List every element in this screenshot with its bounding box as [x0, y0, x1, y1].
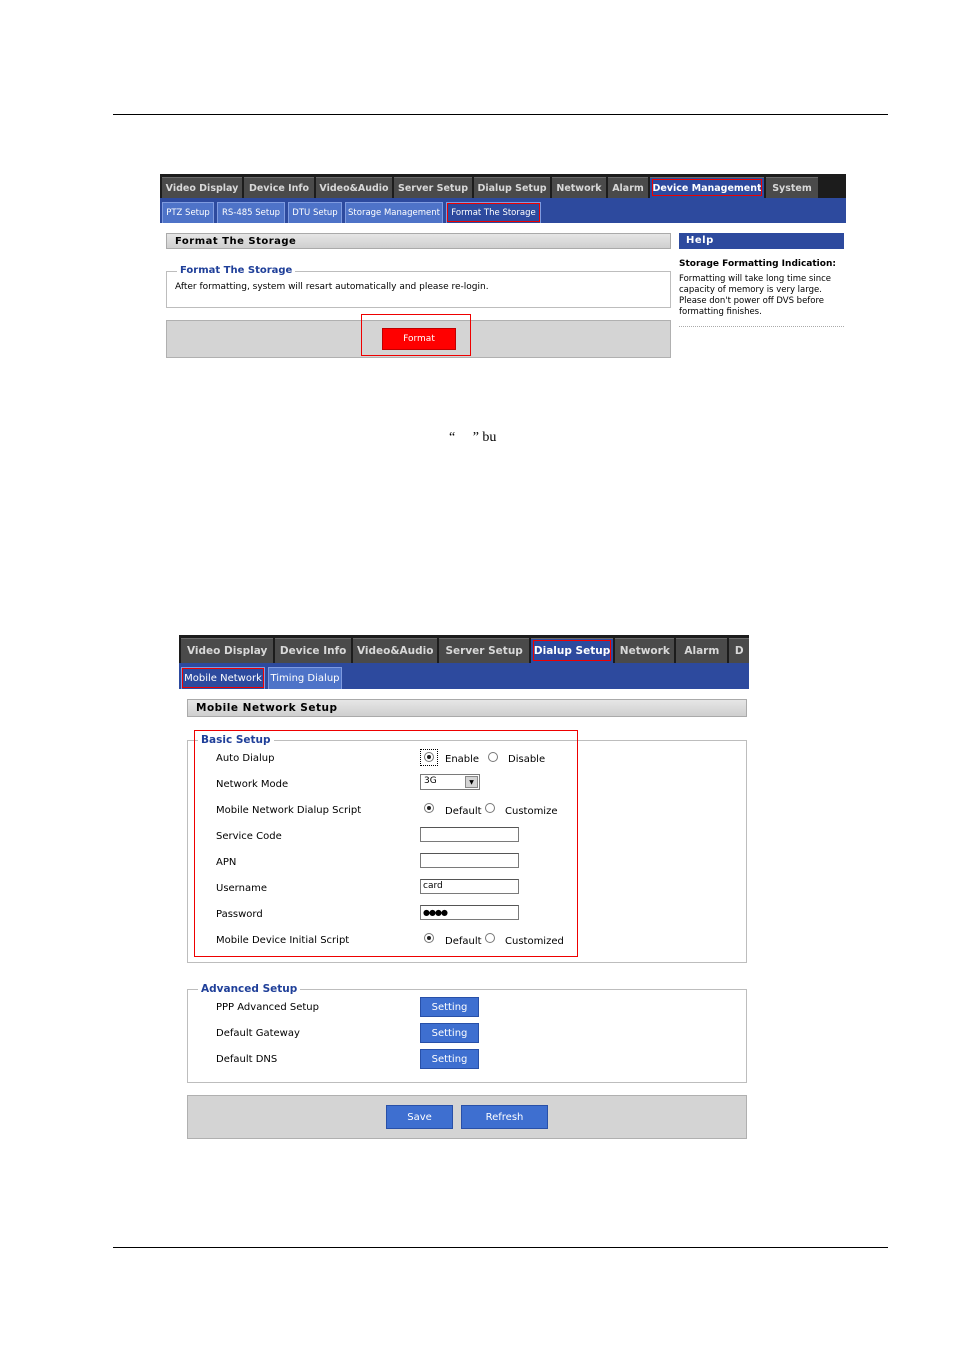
chevron-down-icon: ▼ [465, 776, 478, 788]
dialup-script-customize-label: Customize [505, 806, 558, 817]
tab-video-audio[interactable]: Video&Audio [352, 638, 438, 663]
section-title: Mobile Network Setup [196, 702, 338, 714]
sub-tab-bar: Mobile Network Timing Dialup [179, 663, 749, 689]
tab-network[interactable]: Network [615, 638, 675, 663]
dialup-setup-screenshot: Video Display Device Info Video&Audio Serve… [179, 635, 749, 1141]
service-code-label: Service Code [216, 831, 282, 842]
tab-alarm[interactable]: Alarm [676, 638, 728, 663]
top-tab-bar: Video Display Device Info Video&Audio Serve… [179, 635, 749, 663]
init-script-customized-label: Customized [505, 936, 564, 947]
tab-alarm[interactable]: Alarm [608, 177, 648, 198]
subtab-format-the-storage[interactable]: Format The Storage [446, 202, 541, 223]
help-text: Formatting will take long time since cap… [679, 274, 831, 317]
init-script-label: Mobile Device Initial Script [216, 935, 350, 946]
section-header: Format The Storage [166, 233, 671, 249]
save-button[interactable]: Save [386, 1105, 453, 1129]
tab-device-info[interactable]: Device Info [244, 177, 314, 198]
username-label: Username [216, 883, 267, 894]
subtab-timing-dialup[interactable]: Timing Dialup [268, 667, 342, 689]
default-gateway-label: Default Gateway [216, 1028, 300, 1039]
password-input[interactable]: ●●●● [420, 905, 519, 920]
network-mode-label: Network Mode [216, 779, 289, 790]
network-mode-value: 3G [424, 776, 437, 786]
help-header: Help [679, 233, 844, 249]
auto-dialup-label: Auto Dialup [216, 753, 275, 764]
format-storage-screenshot: Video Display Device Info Video&Audio Serve… [160, 174, 846, 360]
dialup-script-customize-radio[interactable] [485, 803, 495, 813]
tab-video-audio[interactable]: Video&Audio [316, 177, 392, 198]
top-tab-bar: Video Display Device Info Video&Audio Serve… [160, 174, 846, 198]
help-title: Help [686, 235, 714, 246]
fieldset-legend: Format The Storage [177, 265, 296, 276]
tab-device-management[interactable]: Device Management [650, 177, 764, 198]
ppp-setting-button[interactable]: Setting [420, 997, 479, 1017]
init-script-customized-radio[interactable] [485, 933, 495, 943]
init-script-default-radio[interactable] [424, 933, 434, 943]
enable-label: Enable [445, 754, 480, 765]
ppp-advanced-label: PPP Advanced Setup [216, 1002, 319, 1013]
subtab-rs-485-setup[interactable]: RS-485 Setup [217, 202, 285, 223]
subtab-storage-management[interactable]: Storage Management [345, 202, 443, 223]
help-heading: Storage Formatting Indication: [679, 259, 836, 269]
subtab-ptz-setup[interactable]: PTZ Setup [162, 202, 214, 223]
init-script-default-label: Default [445, 936, 482, 947]
tab-d[interactable]: D [729, 638, 749, 663]
dns-setting-button[interactable]: Setting [420, 1049, 479, 1069]
tab-server-setup[interactable]: Server Setup [439, 638, 529, 663]
dialup-script-default-label: Default [445, 806, 482, 817]
password-label: Password [216, 909, 263, 920]
format-fieldset: Format The Storage After formatting, sys… [166, 265, 671, 308]
tab-server-setup[interactable]: Server Setup [394, 177, 472, 198]
network-mode-select[interactable]: 3G ▼ [420, 774, 480, 790]
doc-fragment: “ ” bu [449, 430, 497, 445]
section-header: Mobile Network Setup [187, 699, 747, 717]
tab-dialup-setup[interactable]: Dialup Setup [530, 638, 614, 663]
help-divider [679, 326, 844, 327]
tab-device-info[interactable]: Device Info [275, 638, 351, 663]
tab-system[interactable]: System [766, 177, 818, 198]
apn-input[interactable] [420, 853, 519, 868]
dialup-script-default-radio[interactable] [424, 803, 434, 813]
sub-tab-bar: PTZ Setup RS-485 Setup DTU Setup Storage Ma… [160, 198, 846, 223]
tab-network[interactable]: Network [552, 177, 606, 198]
apn-label: APN [216, 857, 237, 868]
username-input[interactable]: card [420, 879, 519, 894]
section-title: Format The Storage [175, 235, 297, 247]
disable-radio[interactable] [488, 752, 498, 762]
header-rule [113, 114, 888, 115]
gateway-setting-button[interactable]: Setting [420, 1023, 479, 1043]
dialup-script-label: Mobile Network Dialup Script [216, 805, 362, 816]
enable-radio[interactable] [424, 752, 434, 762]
tab-video-display[interactable]: Video Display [181, 638, 274, 663]
default-dns-label: Default DNS [216, 1054, 278, 1065]
tab-dialup-setup[interactable]: Dialup Setup [474, 177, 550, 198]
subtab-dtu-setup[interactable]: DTU Setup [288, 202, 342, 223]
advanced-setup-legend: Advanced Setup [198, 983, 301, 995]
disable-label: Disable [508, 754, 546, 765]
refresh-button[interactable]: Refresh [461, 1105, 548, 1129]
tab-video-display[interactable]: Video Display [162, 177, 242, 198]
format-message: After formatting, system will resart aut… [175, 282, 489, 292]
subtab-mobile-network[interactable]: Mobile Network [181, 667, 265, 689]
service-code-input[interactable] [420, 827, 519, 842]
footer-rule [113, 1247, 888, 1248]
format-button[interactable]: Format [382, 328, 456, 350]
